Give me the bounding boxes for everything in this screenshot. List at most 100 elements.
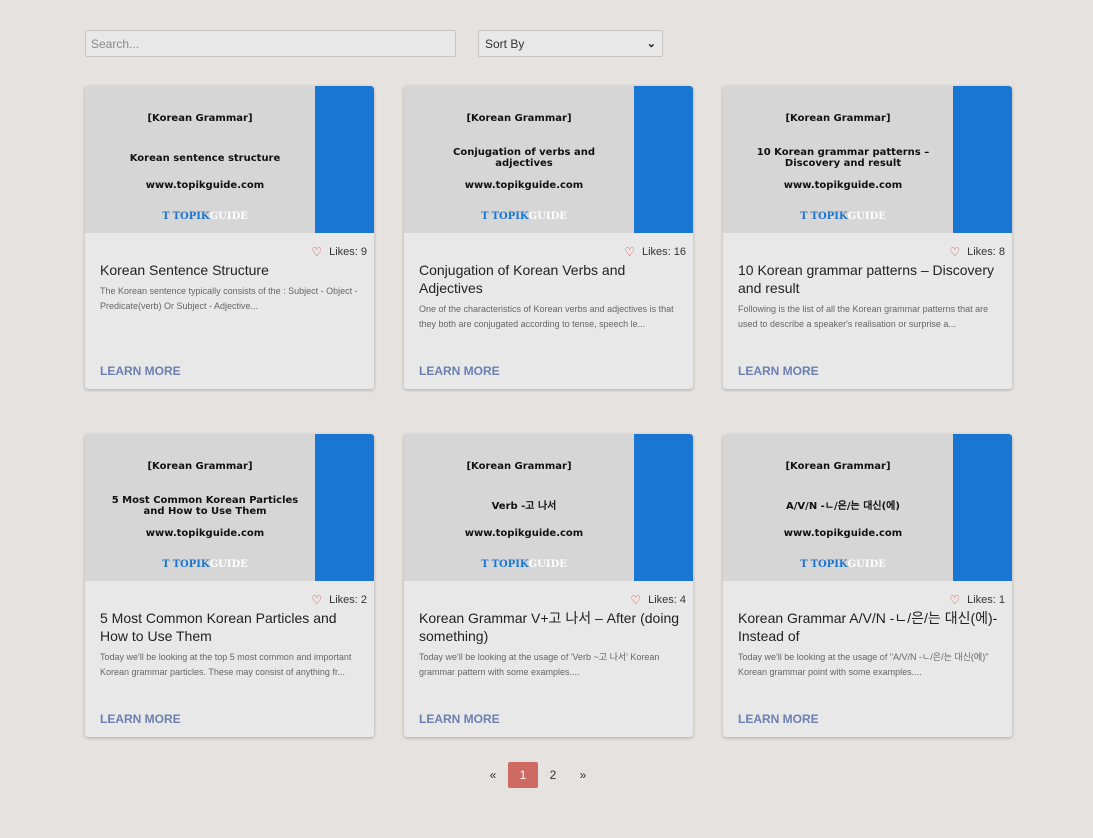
logo-mark: T (162, 559, 170, 570)
topik-guide-logo: T TOPIKGUIDE (723, 559, 963, 570)
thumbnail-title: 5 Most Common Korean Particles and How t… (111, 495, 299, 517)
learn-more-link[interactable]: LEARN MORE (738, 364, 819, 378)
thumbnail-url: www.topikguide.com (464, 528, 584, 539)
prev-page-button[interactable]: « (478, 762, 508, 788)
card-thumbnail[interactable]: [Korean Grammar] 10 Korean grammar patte… (723, 86, 1012, 233)
thumbnail-category: [Korean Grammar] (466, 461, 572, 472)
card-title[interactable]: Korean Grammar A/V/N -ㄴ/은/는 대신(에)- Inste… (738, 609, 998, 645)
thumbnail-url: www.topikguide.com (145, 528, 265, 539)
pagination: « 1 2 » (478, 762, 598, 788)
card-title[interactable]: Conjugation of Korean Verbs and Adjectiv… (419, 261, 679, 297)
next-page-button[interactable]: » (568, 762, 598, 788)
card-excerpt: Today we'll be looking at the usage of '… (419, 652, 660, 677)
search-input[interactable] (85, 30, 456, 57)
likes-text: Likes: 4 (648, 594, 686, 606)
logo-text-guide: GUIDE (209, 211, 248, 222)
card-thumbnail[interactable]: [Korean Grammar] Verb -고 나서 www.topikgui… (404, 434, 693, 581)
thumbnail-category: [Korean Grammar] (785, 461, 891, 472)
likes-text: Likes: 8 (967, 246, 1005, 258)
topik-guide-logo: T TOPIKGUIDE (85, 211, 325, 222)
logo-text-guide: GUIDE (847, 211, 886, 222)
article-card: [Korean Grammar] Korean sentence structu… (85, 86, 374, 389)
learn-more-link[interactable]: LEARN MORE (100, 712, 181, 726)
card-excerpt: Following is the list of all the Korean … (738, 304, 989, 329)
likes-counter: ♡ Likes: 16 (624, 245, 686, 259)
likes-counter: ♡ Likes: 4 (630, 593, 686, 607)
heart-icon[interactable]: ♡ (311, 245, 322, 259)
logo-text-guide: GUIDE (847, 559, 886, 570)
card-title[interactable]: Korean Grammar V+고 나서 – After (doing som… (419, 609, 679, 645)
learn-more-link[interactable]: LEARN MORE (100, 364, 181, 378)
likes-text: Likes: 2 (329, 594, 367, 606)
card-title[interactable]: Korean Sentence Structure (100, 261, 360, 279)
learn-more-link[interactable]: LEARN MORE (419, 364, 500, 378)
likes-text: Likes: 1 (967, 594, 1005, 606)
topik-guide-logo: T TOPIKGUIDE (723, 211, 963, 222)
thumbnail-title: 10 Korean grammar patterns – Discovery a… (756, 147, 930, 169)
logo-mark: T (162, 211, 170, 222)
logo-text-guide: GUIDE (528, 559, 567, 570)
thumbnail-accent-stripe (953, 86, 1012, 233)
logo-text-topik: TOPIK (491, 211, 529, 222)
thumbnail-title: Conjugation of verbs and adjectives (452, 147, 595, 169)
heart-icon[interactable]: ♡ (624, 245, 635, 259)
thumbnail-accent-stripe (315, 86, 374, 233)
heart-icon[interactable]: ♡ (630, 593, 641, 607)
card-title[interactable]: 5 Most Common Korean Particles and How t… (100, 609, 360, 645)
article-card: [Korean Grammar] Conjugation of verbs an… (404, 86, 693, 389)
logo-text-guide: GUIDE (209, 559, 248, 570)
card-excerpt: Today we'll be looking at the usage of "… (738, 652, 989, 677)
heart-icon[interactable]: ♡ (311, 593, 322, 607)
page-button-1[interactable]: 1 (508, 762, 538, 788)
likes-text: Likes: 16 (641, 246, 686, 258)
logo-mark: T (481, 559, 489, 570)
thumbnail-url: www.topikguide.com (464, 180, 584, 191)
thumbnail-title: A/V/N -ㄴ/은/는 대신(에) (786, 500, 900, 512)
article-card: [Korean Grammar] Verb -고 나서 www.topikgui… (404, 434, 693, 737)
sort-select-value: Sort By (485, 36, 525, 51)
thumbnail-category: [Korean Grammar] (147, 461, 253, 472)
card-thumbnail[interactable]: [Korean Grammar] A/V/N -ㄴ/은/는 대신(에) www.… (723, 434, 1012, 581)
thumbnail-category: [Korean Grammar] (466, 113, 572, 124)
thumbnail-url: www.topikguide.com (783, 180, 903, 191)
thumbnail-accent-stripe (634, 86, 693, 233)
logo-text-topik: TOPIK (491, 559, 529, 570)
learn-more-link[interactable]: LEARN MORE (738, 712, 819, 726)
article-card: [Korean Grammar] 5 Most Common Korean Pa… (85, 434, 374, 737)
sort-select[interactable]: Sort By ⌄ (478, 30, 663, 57)
article-grid: [Korean Grammar] Korean sentence structu… (85, 86, 1012, 737)
toolbar: Sort By ⌄ (85, 30, 665, 57)
thumbnail-url: www.topikguide.com (783, 528, 903, 539)
topik-guide-logo: T TOPIKGUIDE (404, 559, 644, 570)
card-thumbnail[interactable]: [Korean Grammar] Conjugation of verbs an… (404, 86, 693, 233)
logo-mark: T (481, 211, 489, 222)
likes-counter: ♡ Likes: 2 (311, 593, 367, 607)
thumbnail-url: www.topikguide.com (145, 180, 265, 191)
logo-mark: T (800, 559, 808, 570)
thumbnail-accent-stripe (953, 434, 1012, 581)
logo-mark: T (800, 211, 808, 222)
card-excerpt: The Korean sentence typically consists o… (100, 286, 358, 311)
thumbnail-accent-stripe (315, 434, 374, 581)
card-title[interactable]: 10 Korean grammar patterns – Discovery a… (738, 261, 998, 297)
learn-more-link[interactable]: LEARN MORE (419, 712, 500, 726)
thumbnail-category: [Korean Grammar] (785, 113, 891, 124)
logo-text-topik: TOPIK (172, 211, 210, 222)
logo-text-guide: GUIDE (528, 211, 567, 222)
article-card: [Korean Grammar] A/V/N -ㄴ/은/는 대신(에) www.… (723, 434, 1012, 737)
topik-guide-logo: T TOPIKGUIDE (85, 559, 325, 570)
card-thumbnail[interactable]: [Korean Grammar] Korean sentence structu… (85, 86, 374, 233)
heart-icon[interactable]: ♡ (949, 593, 960, 607)
thumbnail-title: Korean sentence structure (129, 152, 281, 164)
thumbnail-title: Verb -고 나서 (491, 500, 557, 512)
card-excerpt: Today we'll be looking at the top 5 most… (100, 652, 352, 677)
page-button-2[interactable]: 2 (538, 762, 568, 788)
heart-icon[interactable]: ♡ (949, 245, 960, 259)
card-excerpt: One of the characteristics of Korean ver… (419, 304, 674, 329)
thumbnail-accent-stripe (634, 434, 693, 581)
likes-text: Likes: 9 (329, 246, 367, 258)
card-thumbnail[interactable]: [Korean Grammar] 5 Most Common Korean Pa… (85, 434, 374, 581)
logo-text-topik: TOPIK (172, 559, 210, 570)
thumbnail-category: [Korean Grammar] (147, 113, 253, 124)
logo-text-topik: TOPIK (810, 559, 848, 570)
